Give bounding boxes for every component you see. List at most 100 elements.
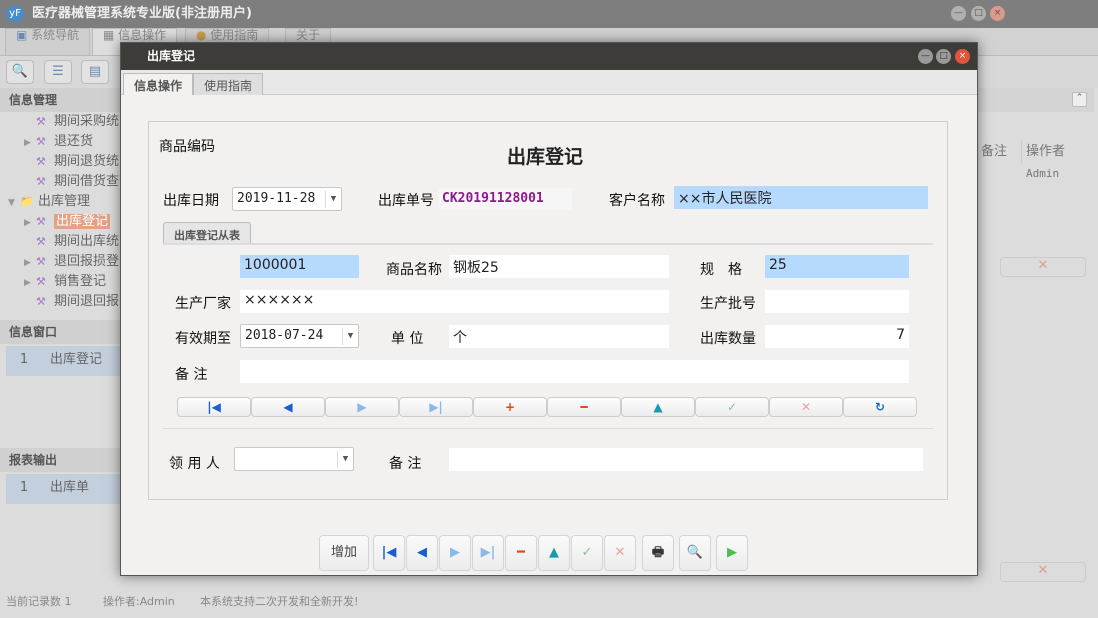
tree-item[interactable]: ⚒期间借货查 xyxy=(24,172,119,192)
customer-label: 客户名称 xyxy=(609,190,665,210)
app-title: 医疗器械管理系统专业版(非注册用户) xyxy=(32,6,252,21)
first-button[interactable]: |◀ xyxy=(373,535,405,571)
edit-button[interactable]: ▲ xyxy=(538,535,570,571)
cancel-icon[interactable]: ✕ xyxy=(1000,562,1086,582)
qty-label: 出库数量 xyxy=(700,328,756,348)
expiry-date-picker[interactable]: 2018-07-24▼ xyxy=(240,324,359,348)
receiver-select[interactable]: ▼ xyxy=(234,447,354,471)
minimize-icon[interactable]: — xyxy=(951,6,966,21)
document-icon[interactable]: ▤ xyxy=(81,60,109,84)
tree-item[interactable]: ⚒期间退货统 xyxy=(24,152,119,172)
add-record-button[interactable]: + xyxy=(473,397,547,417)
edit-record-button[interactable]: ▲ xyxy=(621,397,695,417)
print-preview-icon: 🔍 xyxy=(687,545,703,560)
dialog-title-bar[interactable]: 出库登记 xyxy=(121,43,977,70)
date-picker[interactable]: 2019-11-28▼ xyxy=(232,187,342,211)
maximize-icon[interactable]: □ xyxy=(936,49,951,64)
collapse-arrow-icon[interactable]: ▼ xyxy=(8,193,20,213)
close-icon[interactable]: × xyxy=(955,49,970,64)
close-icon[interactable]: × xyxy=(990,6,1005,21)
delete-record-button[interactable]: ━ xyxy=(547,397,621,417)
column-header-note: 备注 xyxy=(978,141,1022,163)
note-input[interactable] xyxy=(449,448,923,471)
tree-item[interactable]: ▶⚒销售登记 xyxy=(24,272,106,292)
collapse-icon[interactable]: ⌃ xyxy=(1072,92,1087,107)
tree-item[interactable]: ▶⚒出库登记 xyxy=(24,212,110,232)
tree-item[interactable]: ▼📁出库管理 xyxy=(8,192,90,212)
prev-icon: ◀ xyxy=(417,545,427,560)
prev-button[interactable]: ◀ xyxy=(406,535,438,571)
maker-input[interactable]: ×××××× xyxy=(240,290,669,313)
expand-arrow-icon[interactable]: ▶ xyxy=(24,273,36,293)
expand-arrow-icon[interactable]: ▶ xyxy=(24,133,36,153)
tab-label: 关于 xyxy=(296,28,320,42)
cancel-icon[interactable]: ✕ xyxy=(1000,257,1086,277)
tree-item[interactable]: ⚒期间采购统 xyxy=(24,112,119,132)
tab-system-nav[interactable]: ▣ 系统导航 xyxy=(5,28,90,56)
record-count: 当前记录数 1 xyxy=(6,590,72,614)
delete-button[interactable]: ━ xyxy=(505,535,537,571)
maker-label: 生产厂家 xyxy=(175,293,231,313)
section-info-window: 信息窗口 xyxy=(0,320,122,344)
prev-record-button[interactable]: ◀ xyxy=(251,397,325,417)
cancel-button[interactable]: ✕ xyxy=(604,535,636,571)
expand-arrow-icon[interactable]: ▶ xyxy=(24,253,36,273)
chevron-down-icon[interactable]: ▼ xyxy=(325,191,341,208)
save-button[interactable]: ✓ xyxy=(571,535,603,571)
expand-arrow-icon[interactable]: ▶ xyxy=(24,213,36,233)
refresh-button[interactable]: ↻ xyxy=(843,397,917,417)
row-name: 出库登记 xyxy=(42,346,102,374)
tree-item-label: 退回报损登 xyxy=(54,254,119,269)
tab-outbound-detail[interactable]: 出库登记从表 xyxy=(163,222,251,244)
order-number: CK20191128001 xyxy=(439,188,572,210)
list-icon[interactable]: ☰ xyxy=(44,60,72,84)
last-button[interactable]: ▶| xyxy=(472,535,504,571)
batch-input[interactable] xyxy=(765,290,909,313)
status-message: 本系统支持二次开发和全新开发! xyxy=(200,590,358,614)
product-name-input[interactable]: 钢板25 xyxy=(449,255,669,278)
tree-item[interactable]: ⚒期间出库统 xyxy=(24,232,119,252)
grid-icon: ▦ xyxy=(103,28,118,42)
row-number: 1 xyxy=(6,346,42,374)
order-label: 出库单号 xyxy=(378,190,434,210)
app-logo: yF xyxy=(6,6,24,22)
tree-item[interactable]: ▶⚒退回报损登 xyxy=(24,252,119,272)
detail-note-input[interactable] xyxy=(240,360,909,383)
monitor-icon: ▣ xyxy=(16,28,31,42)
next-icon: ▶ xyxy=(357,400,366,414)
next-icon: ▶ xyxy=(450,545,460,560)
tab-guide[interactable]: 使用指南 xyxy=(193,73,263,95)
run-button[interactable]: ▶ xyxy=(716,535,748,571)
list-item[interactable]: 1出库登记 xyxy=(6,346,122,376)
note-label: 备 注 xyxy=(389,453,421,473)
tree-item-label: 期间退回报 xyxy=(54,294,119,309)
unit-input[interactable]: 个 xyxy=(449,325,669,348)
qty-input[interactable]: 7 xyxy=(765,325,909,348)
chevron-down-icon[interactable]: ▼ xyxy=(337,451,353,468)
date-label: 出库日期 xyxy=(163,190,219,210)
cancel-record-button[interactable]: ✕ xyxy=(769,397,843,417)
minimize-icon[interactable]: — xyxy=(918,49,933,64)
print-button[interactable]: 🖶 xyxy=(642,535,674,571)
save-record-button[interactable]: ✓ xyxy=(695,397,769,417)
tab-info-ops[interactable]: 信息操作 xyxy=(123,73,193,95)
tool-icon: ⚒ xyxy=(36,252,54,272)
maximize-icon[interactable]: □ xyxy=(971,6,986,21)
tree-item[interactable]: ⚒期间退回报 xyxy=(24,292,119,312)
preview-button[interactable]: 🔍 xyxy=(679,535,711,571)
next-button[interactable]: ▶ xyxy=(439,535,471,571)
first-record-button[interactable]: |◀ xyxy=(177,397,251,417)
row-name: 出库单 xyxy=(42,474,89,502)
tree-item[interactable]: ▶⚒退还货 xyxy=(24,132,93,152)
last-record-button[interactable]: ▶| xyxy=(399,397,473,417)
product-code-input[interactable]: 1000001 xyxy=(240,255,359,278)
form-heading: 出库登记 xyxy=(507,142,583,169)
search-icon[interactable]: 🔍 xyxy=(6,60,34,84)
spec-input[interactable]: 25 xyxy=(765,255,909,278)
list-item[interactable]: 1出库单 xyxy=(6,474,122,504)
add-button[interactable]: 增加 xyxy=(319,535,369,571)
tree-item-label: 期间退货统 xyxy=(54,154,119,169)
customer-input[interactable]: ××市人民医院 xyxy=(674,186,928,209)
next-record-button[interactable]: ▶ xyxy=(325,397,399,417)
chevron-down-icon[interactable]: ▼ xyxy=(342,328,358,345)
